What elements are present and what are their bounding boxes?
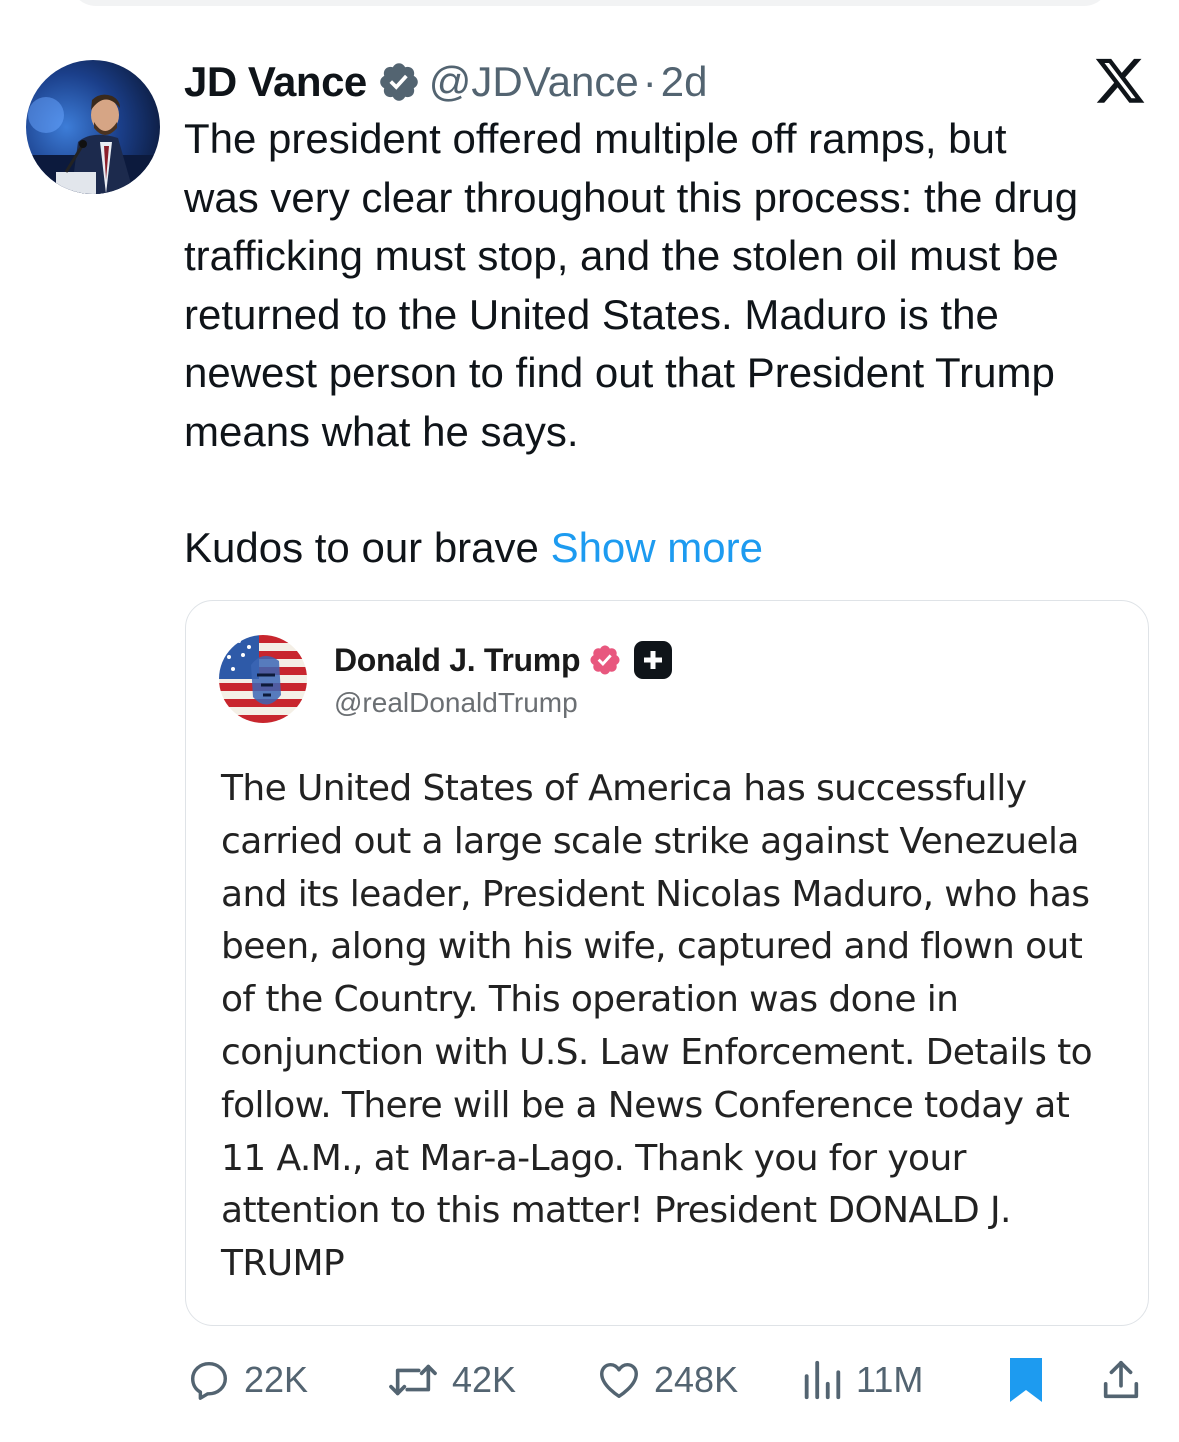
quote-line: 11 A.M., at Mar-a-Lago. Thank you for yo… xyxy=(221,1137,966,1179)
quote-line: TRUMP xyxy=(221,1243,345,1285)
kudos-text: Kudos to our brave xyxy=(184,524,539,571)
quoted-post[interactable]: Donald J. Trump @realDonaldTrump The Uni… xyxy=(185,600,1149,1326)
share-button[interactable] xyxy=(1098,1350,1144,1410)
quote-name-row: Donald J. Trump xyxy=(334,641,673,679)
reply-icon xyxy=(190,1361,228,1400)
quote-text: The United States of America has success… xyxy=(221,763,1121,1291)
quote-line: The United States of America has success… xyxy=(221,768,1027,809)
separator-dot: · xyxy=(642,58,657,105)
quote-line: carried out a large scale strike against… xyxy=(221,820,1079,862)
tweet-header: JD Vance @JDVance · 2d xyxy=(184,52,707,112)
verified-badge-icon xyxy=(380,63,418,101)
author-avatar[interactable] xyxy=(26,60,160,194)
repost-count: 42K xyxy=(452,1359,517,1400)
show-more-link[interactable]: Show more xyxy=(551,524,763,571)
tweet-text: The president offered multiple off ramps… xyxy=(184,110,1164,578)
quote-author-handle[interactable]: @realDonaldTrump xyxy=(334,687,578,719)
timestamp[interactable]: 2d xyxy=(661,58,708,106)
quote-line: conjunction with U.S. Law Enforcement. D… xyxy=(221,1031,1093,1073)
heart-icon xyxy=(600,1362,638,1399)
quote-avatar-image xyxy=(219,635,307,723)
repost-icon xyxy=(389,1364,437,1396)
quote-line: attention to this matter! President DONA… xyxy=(221,1190,1011,1232)
reply-count: 22K xyxy=(244,1359,309,1400)
quote-line: follow. There will be a News Conference … xyxy=(221,1084,1070,1126)
tweet-line: trafficking must stop, and the stolen oi… xyxy=(184,232,1059,279)
avatar-photo xyxy=(26,60,160,194)
like-count: 248K xyxy=(654,1359,739,1400)
tweet-kudos-line: Kudos to our brave Show more xyxy=(184,519,1164,578)
author-handle[interactable]: @JDVance xyxy=(429,58,639,106)
views-button[interactable]: 11M xyxy=(800,1350,923,1410)
author-name[interactable]: JD Vance xyxy=(184,58,367,106)
action-bar: 22K 42K 248K 11M xyxy=(0,1350,1179,1410)
tweet-line: was very clear throughout this process: … xyxy=(184,173,1079,221)
plus-badge-icon xyxy=(634,641,673,679)
repost-button[interactable]: 42K xyxy=(386,1350,516,1410)
top-scroll-edge xyxy=(70,0,1110,6)
views-icon xyxy=(804,1360,841,1400)
bookmark-button[interactable] xyxy=(1006,1350,1046,1410)
quote-line: and its leader, President Nicolas Maduro… xyxy=(221,873,1090,915)
views-count: 11M xyxy=(856,1359,924,1400)
bookmark-icon xyxy=(1010,1358,1042,1402)
quote-author-avatar[interactable] xyxy=(219,635,307,723)
reply-button[interactable]: 22K xyxy=(186,1350,308,1410)
like-button[interactable]: 248K xyxy=(596,1350,738,1410)
quote-author-name[interactable]: Donald J. Trump xyxy=(334,642,581,679)
verified-badge-icon xyxy=(590,645,620,675)
x-logo-icon xyxy=(1095,58,1145,103)
tweet-line: The president offered multiple off ramps… xyxy=(184,115,1007,162)
quote-line: of the Country. This operation was done … xyxy=(221,979,959,1021)
tweet-line: means what he says. xyxy=(184,407,579,455)
share-icon xyxy=(1103,1360,1139,1399)
tweet-line: returned to the United States. Maduro is… xyxy=(184,290,999,338)
tweet-line: newest person to find out that President… xyxy=(184,349,1055,396)
quote-line: been, along with his wife, captured and … xyxy=(221,926,1083,968)
